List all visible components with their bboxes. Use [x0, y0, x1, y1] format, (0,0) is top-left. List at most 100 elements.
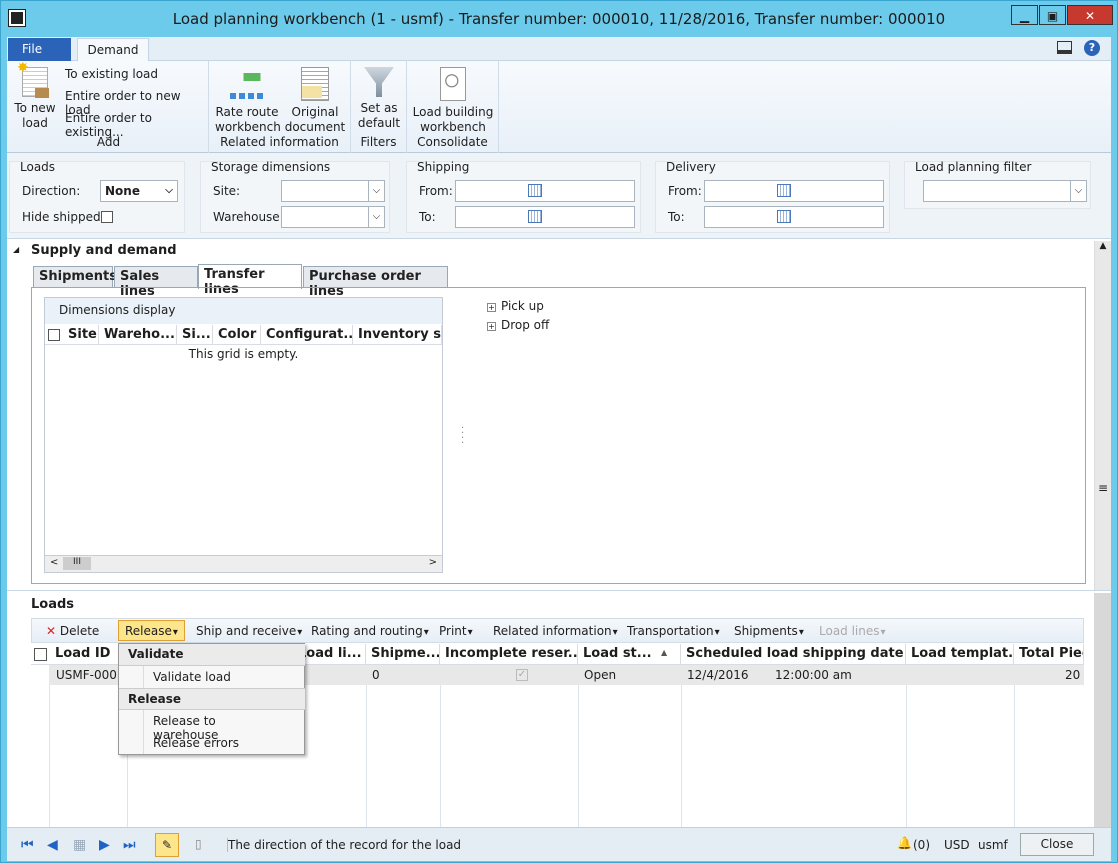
tab-purchase-order-lines[interactable]: Purchase order lines [303, 266, 448, 299]
ribbon: ✸ To new load To existing load Entire or… [7, 61, 1111, 153]
shipments-label: Shipments [734, 624, 798, 638]
column-total-pieces[interactable]: Total Piec [1014, 644, 1084, 664]
transportation-button[interactable]: Transportation [627, 624, 720, 638]
print-label: Print [439, 624, 467, 638]
release-menu: Validate Validate load Release Release t… [118, 643, 305, 755]
original-document-icon [301, 67, 329, 101]
column-warehouse[interactable]: Wareho... [99, 325, 177, 345]
tree-item-drop-off[interactable]: + Drop off [487, 318, 549, 332]
file-menu-button[interactable]: File ▼ [8, 38, 71, 70]
group-add: ✸ To new load To existing load Entire or… [9, 61, 209, 153]
expand-icon[interactable]: + [487, 322, 496, 331]
chevron-down-icon: ⌵ [1070, 181, 1086, 201]
previous-record-icon[interactable]: ◀ [47, 837, 58, 853]
column-load-lines[interactable]: Load li... [296, 644, 366, 664]
supply-demand-title: Supply and demand [31, 243, 177, 258]
delete-button[interactable]: ✕ Delete [46, 624, 99, 638]
delivery-to-date[interactable] [704, 206, 884, 228]
attachment-icon[interactable]: ▯ [195, 837, 202, 851]
set-as-default-button[interactable]: Set as default [353, 67, 405, 131]
release-errors-menu-item[interactable]: Release errors [119, 732, 305, 754]
column-size[interactable]: Si... [177, 325, 213, 345]
print-button[interactable]: Print [439, 624, 473, 638]
calendar-icon[interactable] [777, 210, 791, 223]
column-configuration[interactable]: Configurat... [261, 325, 353, 345]
client-area: File ▼ Demand ? ✸ To new load To existin… [7, 37, 1111, 861]
splitter-handle[interactable]: · · · · [461, 424, 464, 449]
first-record-icon[interactable]: ⏮ [21, 837, 34, 853]
dimensions-display-button[interactable]: Dimensions display [45, 298, 442, 324]
calendar-icon[interactable] [528, 210, 542, 223]
rate-route-icon [230, 67, 264, 101]
tab-demand[interactable]: Demand [77, 38, 149, 62]
layout-icon[interactable] [1057, 41, 1072, 54]
close-window-button[interactable]: ✕ [1067, 5, 1113, 25]
notification-count[interactable]: (0) [913, 838, 930, 852]
loads-scrollbar[interactable] [1094, 593, 1111, 827]
column-inventory-status[interactable]: Inventory st... [353, 325, 442, 345]
total-pieces-cell: 20 [1065, 668, 1081, 682]
horizontal-scrollbar[interactable]: < III > [45, 555, 442, 572]
transportation-label: Transportation [627, 624, 714, 638]
site-label: Site: [213, 184, 241, 198]
vertical-scrollbar[interactable]: ▲ ≡ [1094, 241, 1111, 591]
to-existing-load-button[interactable]: To existing load [65, 67, 158, 81]
tree-item-pick-up[interactable]: + Pick up [487, 299, 544, 313]
to-new-load-button[interactable]: ✸ To new load [13, 61, 57, 131]
select-all-checkbox[interactable] [48, 329, 60, 341]
loads-title: Loads [31, 597, 75, 612]
ship-and-receive-button[interactable]: Ship and receive [196, 624, 302, 638]
load-planning-filter-select[interactable]: ⌵ [923, 180, 1087, 202]
collapse-icon[interactable]: ◢ [13, 245, 19, 254]
shipping-from-date[interactable] [455, 180, 635, 202]
column-scheduled-shipping-date[interactable]: Scheduled load shipping date ... [681, 644, 906, 664]
close-button[interactable]: Close [1020, 833, 1094, 856]
rating-and-routing-button[interactable]: Rating and routing [311, 624, 429, 638]
release-to-warehouse-menu-item[interactable]: Release to warehouse [119, 710, 305, 742]
expand-icon[interactable]: + [487, 303, 496, 312]
edit-mode-icon[interactable]: ✎ [155, 833, 179, 857]
shipments-button[interactable]: Shipments [734, 624, 804, 638]
minimize-button[interactable]: ▁ [1011, 5, 1038, 25]
company[interactable]: usmf [978, 838, 1008, 852]
notification-bell-icon[interactable]: 🔔 [897, 836, 912, 850]
column-load-template[interactable]: Load templat... [906, 644, 1014, 664]
currency[interactable]: USD [944, 838, 970, 852]
release-menu-button[interactable]: Release [118, 620, 185, 641]
delete-label: Delete [59, 624, 100, 638]
select-all-loads-checkbox[interactable] [34, 648, 47, 661]
calendar-icon[interactable] [777, 184, 791, 197]
warehouse-select[interactable]: ⌵ [281, 206, 385, 228]
column-color[interactable]: Color [213, 325, 261, 345]
last-record-icon[interactable]: ⏭ [123, 837, 136, 853]
calendar-icon[interactable] [528, 184, 542, 197]
original-document-button[interactable]: Original document [283, 67, 347, 135]
tab-transfer-lines[interactable]: Transfer lines [198, 264, 302, 297]
shipping-to-date[interactable] [455, 206, 635, 228]
rate-route-workbench-button[interactable]: Rate route workbench [215, 67, 281, 135]
column-shipments[interactable]: Shipme... [366, 644, 440, 664]
column-load-id[interactable]: Load ID [50, 644, 127, 664]
tab-sales-lines[interactable]: Sales lines [114, 266, 198, 299]
related-information-button[interactable]: Related information [493, 624, 618, 638]
delivery-from-label: From: [668, 184, 702, 198]
load-building-workbench-button[interactable]: Load building workbench [411, 67, 495, 135]
ship-receive-label: Ship and receive [196, 624, 297, 638]
grid-view-icon[interactable]: ▦ [73, 837, 86, 853]
load-planning-filter-title: Load planning filter [915, 160, 1032, 174]
maximize-button[interactable]: ▣ [1039, 5, 1066, 25]
column-site[interactable]: Site [63, 325, 99, 345]
validate-load-menu-item[interactable]: Validate load [119, 666, 305, 688]
help-icon[interactable]: ? [1084, 40, 1100, 56]
column-incomplete-reservation[interactable]: Incomplete reser... [440, 644, 578, 664]
chevron-down-icon: ⌵ [368, 181, 384, 201]
direction-select[interactable]: None ⌵ [100, 180, 178, 202]
ribbon-tabs: File ▼ Demand ? [7, 37, 1111, 70]
tab-shipments[interactable]: Shipments [33, 266, 117, 288]
delivery-from-date[interactable] [704, 180, 884, 202]
hide-shipped-checkbox[interactable] [101, 211, 113, 223]
next-record-icon[interactable]: ▶ [99, 837, 110, 853]
empty-grid-message: This grid is empty. [188, 347, 299, 361]
site-select[interactable]: ⌵ [281, 180, 385, 202]
group-related-label: Related information [220, 135, 339, 149]
